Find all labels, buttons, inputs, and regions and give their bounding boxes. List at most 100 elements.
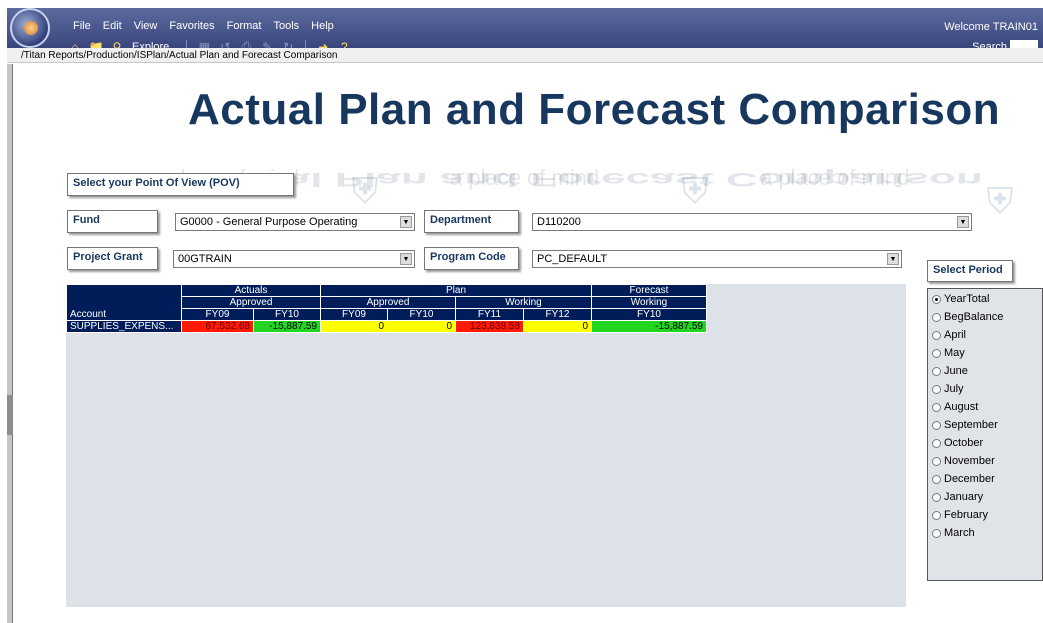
chevron-down-icon[interactable]: ▼: [400, 253, 412, 265]
radio-icon[interactable]: [932, 474, 941, 484]
radio-icon[interactable]: [932, 420, 941, 430]
project-grant-label: Project Grant: [67, 247, 158, 270]
fund-select-value: G0000 - General Purpose Operating: [180, 216, 358, 228]
program-code-select-value: PC_DEFAULT: [537, 253, 608, 265]
period-option-label: November: [944, 455, 995, 467]
period-option-label: July: [944, 383, 964, 395]
period-option-september[interactable]: September: [932, 419, 998, 431]
period-option-label: January: [944, 491, 984, 503]
period-option-may[interactable]: May: [932, 347, 965, 359]
radio-icon[interactable]: [932, 312, 941, 322]
version-header: Approved: [320, 296, 456, 309]
chevron-down-icon[interactable]: ▼: [887, 253, 899, 265]
data-cell[interactable]: 67,532.68: [181, 320, 254, 333]
account-row-label[interactable]: SUPPLIES_EXPENS...: [66, 320, 182, 333]
radio-icon[interactable]: [932, 384, 941, 394]
radio-icon[interactable]: [932, 528, 941, 538]
fund-select[interactable]: G0000 - General Purpose Operating ▼: [175, 213, 415, 231]
account-header: Account: [66, 284, 182, 321]
period-option-label: February: [944, 509, 989, 521]
year-header: FY11: [455, 308, 524, 321]
menu-bar: File Edit View Favorites Format Tools He…: [67, 18, 340, 36]
splitter-handle[interactable]: [7, 395, 13, 435]
period-option-label: June: [944, 365, 968, 377]
app-logo-icon[interactable]: [10, 8, 50, 48]
radio-icon[interactable]: [932, 492, 941, 502]
radio-checked-icon[interactable]: [932, 294, 941, 304]
pov-header: Select your Point Of View (POV): [67, 173, 294, 196]
radio-icon[interactable]: [932, 348, 941, 358]
year-header: FY09: [181, 308, 254, 321]
menu-file[interactable]: File: [67, 18, 97, 36]
radio-icon[interactable]: [932, 510, 941, 520]
title-reflection: Actual Plan and Forecast Comparison: [188, 168, 983, 191]
period-option-april[interactable]: April: [932, 329, 966, 341]
data-cell[interactable]: 0: [320, 320, 388, 333]
department-select[interactable]: D110200 ▼: [532, 213, 972, 231]
period-option-july[interactable]: July: [932, 383, 964, 395]
period-option-begbalance[interactable]: BegBalance: [932, 311, 1003, 323]
year-header: FY12: [523, 308, 592, 321]
report-content: a place of mind a place of mind a place …: [20, 70, 1043, 623]
data-cell[interactable]: 0: [523, 320, 592, 333]
breadcrumb: /Titan Reports/Production/ISPlan/Actual …: [7, 48, 1043, 63]
department-label: Department: [424, 210, 519, 233]
radio-icon[interactable]: [932, 438, 941, 448]
period-option-february[interactable]: February: [932, 509, 988, 521]
period-option-march[interactable]: March: [932, 527, 975, 539]
period-option-label: March: [944, 527, 975, 539]
period-option-yeartotal[interactable]: YearTotal: [932, 293, 989, 305]
radio-icon[interactable]: [932, 456, 941, 466]
scenario-header-row: Account Actuals Plan Forecast: [66, 284, 707, 321]
data-cell[interactable]: 123,838.58: [455, 320, 524, 333]
period-option-august[interactable]: August: [932, 401, 978, 413]
workspace-window: File Edit View Favorites Format Tools He…: [0, 0, 1043, 623]
data-cell[interactable]: 0: [387, 320, 456, 333]
version-header: Approved: [181, 296, 321, 309]
program-code-select[interactable]: PC_DEFAULT ▼: [532, 250, 902, 268]
welcome-text: Welcome TRAIN01: [944, 21, 1038, 33]
period-option-label: October: [944, 437, 984, 449]
period-option-january[interactable]: January: [932, 491, 983, 503]
radio-icon[interactable]: [932, 366, 941, 376]
project-grant-select-value: 00GTRAIN: [178, 253, 232, 265]
menu-favorites[interactable]: Favorites: [163, 18, 220, 36]
version-header: Working: [591, 296, 707, 309]
radio-icon[interactable]: [932, 330, 941, 340]
period-radio-group: YearTotal BegBalance April May June July…: [927, 288, 1043, 581]
period-option-label: May: [944, 347, 965, 359]
period-option-label: September: [944, 419, 998, 431]
menu-format[interactable]: Format: [221, 18, 268, 36]
data-cell[interactable]: -15,887.59: [591, 320, 707, 333]
period-option-october[interactable]: October: [932, 437, 983, 449]
period-option-label: April: [944, 329, 967, 341]
data-grid: Account Actuals Plan Forecast Approved A…: [66, 284, 707, 333]
menu-tools[interactable]: Tools: [267, 18, 305, 36]
period-option-december[interactable]: December: [932, 473, 995, 485]
period-option-label: YearTotal: [944, 293, 990, 305]
period-option-label: August: [944, 401, 979, 413]
chevron-down-icon[interactable]: ▼: [957, 216, 969, 228]
table-row: SUPPLIES_EXPENS... 67,532.68 -15,887.59 …: [66, 320, 707, 333]
year-header: FY09: [320, 308, 388, 321]
radio-icon[interactable]: [932, 402, 941, 412]
left-splitter[interactable]: [7, 64, 13, 623]
year-header: FY10: [253, 308, 321, 321]
menu-view[interactable]: View: [128, 18, 164, 36]
page-title: Actual Plan and Forecast Comparison: [188, 85, 1001, 134]
department-select-value: D110200: [537, 216, 581, 228]
scenario-header: Plan: [320, 284, 592, 297]
top-bar: File Edit View Favorites Format Tools He…: [7, 8, 1043, 54]
fund-label: Fund: [67, 210, 158, 233]
period-option-november[interactable]: November: [932, 455, 995, 467]
data-cell[interactable]: -15,887.59: [253, 320, 321, 333]
menu-help[interactable]: Help: [305, 18, 340, 36]
project-grant-select[interactable]: 00GTRAIN ▼: [173, 250, 415, 268]
chevron-down-icon[interactable]: ▼: [400, 216, 412, 228]
period-option-june[interactable]: June: [932, 365, 968, 377]
menu-edit[interactable]: Edit: [97, 18, 128, 36]
scenario-header: Forecast: [591, 284, 707, 297]
year-header: FY10: [387, 308, 456, 321]
program-code-label: Program Code: [424, 247, 519, 270]
crest-icon: ⛨: [986, 180, 1014, 221]
